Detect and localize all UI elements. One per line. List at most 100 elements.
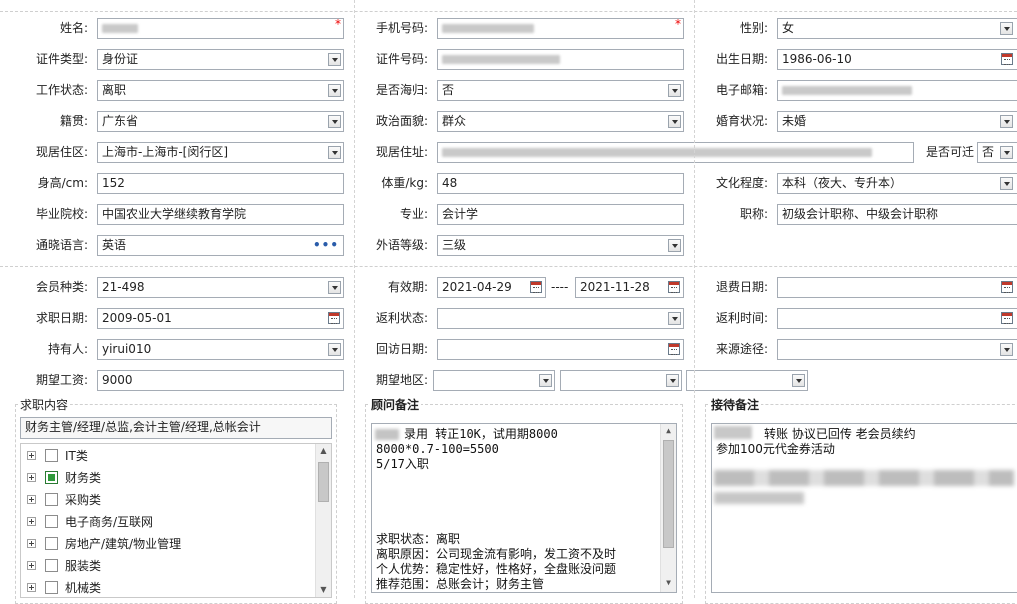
tree-checkbox[interactable] [45, 471, 58, 484]
reception-notes-textarea[interactable]: 转账 协议已回传 老会员续约 参加100元代金券活动 [711, 423, 1017, 593]
region-district-select[interactable] [686, 370, 808, 391]
plus-icon[interactable] [27, 583, 36, 592]
id-type-select[interactable]: 身份证 [97, 49, 344, 70]
holder-value: yirui010 [102, 342, 152, 356]
valid-to-input[interactable]: 2021-11-28 [575, 277, 684, 298]
chevron-down-icon[interactable] [328, 146, 341, 159]
gender-select[interactable]: 女 [777, 18, 1017, 39]
tree-checkbox[interactable] [45, 515, 58, 528]
visit-date-input[interactable] [437, 339, 684, 360]
tree-item[interactable]: 电子商务/互联网 [21, 512, 321, 534]
refund-date-input[interactable] [777, 277, 1017, 298]
chevron-down-icon[interactable] [668, 84, 681, 97]
chevron-down-icon[interactable] [1000, 146, 1013, 159]
email-input[interactable] [777, 80, 1017, 101]
tree-item[interactable]: 服装类 [21, 556, 321, 578]
tree-scrollbar[interactable]: ▲ ▼ [315, 444, 331, 597]
relocate-select[interactable]: 否 [977, 142, 1017, 163]
calendar-icon[interactable] [530, 281, 542, 293]
foreign-level-label: 外语等级: [375, 238, 428, 252]
id-number-label: 证件号码: [375, 52, 428, 66]
rebate-time-input[interactable] [777, 308, 1017, 329]
tree-checkbox[interactable] [45, 537, 58, 550]
work-status-select[interactable]: 离职 [97, 80, 344, 101]
scroll-thumb[interactable] [318, 462, 329, 502]
id-number-input[interactable] [437, 49, 684, 70]
major-input[interactable]: 会计学 [437, 204, 684, 225]
foreign-level-select[interactable]: 三级 [437, 235, 684, 256]
scroll-up-icon[interactable]: ▲ [661, 424, 676, 438]
language-input[interactable]: 英语 ••• [97, 235, 344, 256]
source-select[interactable] [777, 339, 1017, 360]
tree-checkbox[interactable] [45, 559, 58, 572]
chevron-down-icon[interactable] [666, 374, 679, 387]
scroll-up-icon[interactable]: ▲ [316, 444, 331, 458]
native-select[interactable]: 广东省 [97, 111, 344, 132]
tree-item[interactable]: 财务类 [21, 468, 321, 490]
chevron-down-icon[interactable] [328, 53, 341, 66]
plus-icon[interactable] [27, 517, 36, 526]
chevron-down-icon[interactable] [1000, 177, 1013, 190]
plus-icon[interactable] [27, 473, 36, 482]
chevron-down-icon[interactable] [668, 115, 681, 128]
valid-label: 有效期: [387, 280, 428, 294]
tree-checkbox[interactable] [45, 449, 58, 462]
tree-item[interactable]: IT类 [21, 446, 321, 468]
plus-icon[interactable] [27, 539, 36, 548]
chevron-down-icon[interactable] [1000, 22, 1013, 35]
rebate-status-select[interactable] [437, 308, 684, 329]
scroll-thumb[interactable] [663, 440, 674, 548]
job-date-input[interactable]: 2009-05-01 [97, 308, 344, 329]
calendar-icon[interactable] [328, 312, 340, 324]
tree-item[interactable]: 采购类 [21, 490, 321, 512]
tree-item[interactable]: 机械类 [21, 578, 321, 597]
refund-date-label: 退费日期: [715, 280, 768, 294]
chevron-down-icon[interactable] [792, 374, 805, 387]
job-content-selected[interactable]: 财务主管/经理/总监,会计主管/经理,总帐会计 [20, 417, 332, 439]
birth-input[interactable]: 1986-06-10 [777, 49, 1017, 70]
calendar-icon[interactable] [1001, 281, 1013, 293]
ellipsis-icon[interactable]: ••• [313, 236, 339, 255]
chevron-down-icon[interactable] [539, 374, 552, 387]
chevron-down-icon[interactable] [328, 84, 341, 97]
plus-icon[interactable] [27, 451, 36, 460]
calendar-icon[interactable] [668, 281, 680, 293]
chevron-down-icon[interactable] [1000, 343, 1013, 356]
plus-icon[interactable] [27, 495, 36, 504]
tree-checkbox[interactable] [45, 581, 58, 594]
salary-input[interactable]: 9000 [97, 370, 344, 391]
valid-from-input[interactable]: 2021-04-29 [437, 277, 546, 298]
school-input[interactable]: 中国农业大学继续教育学院 [97, 204, 344, 225]
marital-select[interactable]: 未婚 [777, 111, 1017, 132]
chevron-down-icon[interactable] [668, 312, 681, 325]
title-input[interactable]: 初级会计职称、中级会计职称 [777, 204, 1017, 225]
tree-checkbox[interactable] [45, 493, 58, 506]
education-select[interactable]: 本科（夜大、专升本） [777, 173, 1017, 194]
chevron-down-icon[interactable] [1000, 115, 1013, 128]
chevron-down-icon[interactable] [328, 281, 341, 294]
residence-area-select[interactable]: 上海市-上海市-[闵行区] [97, 142, 344, 163]
chevron-down-icon[interactable] [328, 115, 341, 128]
scroll-down-icon[interactable]: ▼ [661, 576, 676, 590]
mobile-input[interactable]: * [437, 18, 684, 39]
calendar-icon[interactable] [1001, 53, 1013, 65]
returnee-select[interactable]: 否 [437, 80, 684, 101]
advisor-notes-textarea[interactable]: 录用 转正10K，试用期8000 8000*0.7-100=5500 5/17入职求… [371, 423, 677, 593]
calendar-icon[interactable] [1001, 312, 1013, 324]
address-input[interactable] [437, 142, 914, 163]
holder-select[interactable]: yirui010 [97, 339, 344, 360]
name-input[interactable]: * [97, 18, 344, 39]
chevron-down-icon[interactable] [328, 343, 341, 356]
tree-item[interactable]: 房地产/建筑/物业管理 [21, 534, 321, 556]
weight-input[interactable]: 48 [437, 173, 684, 194]
advisor-notes-scrollbar[interactable]: ▲ ▼ [660, 424, 676, 592]
scroll-down-icon[interactable]: ▼ [316, 583, 331, 597]
plus-icon[interactable] [27, 561, 36, 570]
region-city-select[interactable] [560, 370, 682, 391]
chevron-down-icon[interactable] [668, 239, 681, 252]
political-select[interactable]: 群众 [437, 111, 684, 132]
member-type-select[interactable]: 21-498 [97, 277, 344, 298]
calendar-icon[interactable] [668, 343, 680, 355]
region-province-select[interactable] [433, 370, 555, 391]
height-input[interactable]: 152 [97, 173, 344, 194]
